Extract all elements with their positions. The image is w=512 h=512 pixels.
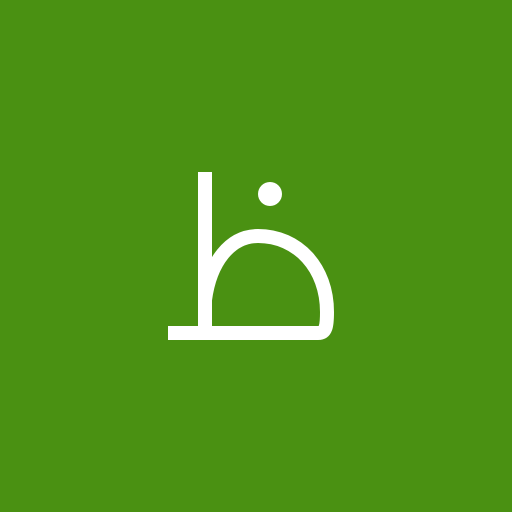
glyph-dot xyxy=(258,182,282,206)
letter-glyph xyxy=(0,0,512,512)
tile-background xyxy=(0,0,512,512)
letter-tile: ظ xyxy=(0,0,512,512)
